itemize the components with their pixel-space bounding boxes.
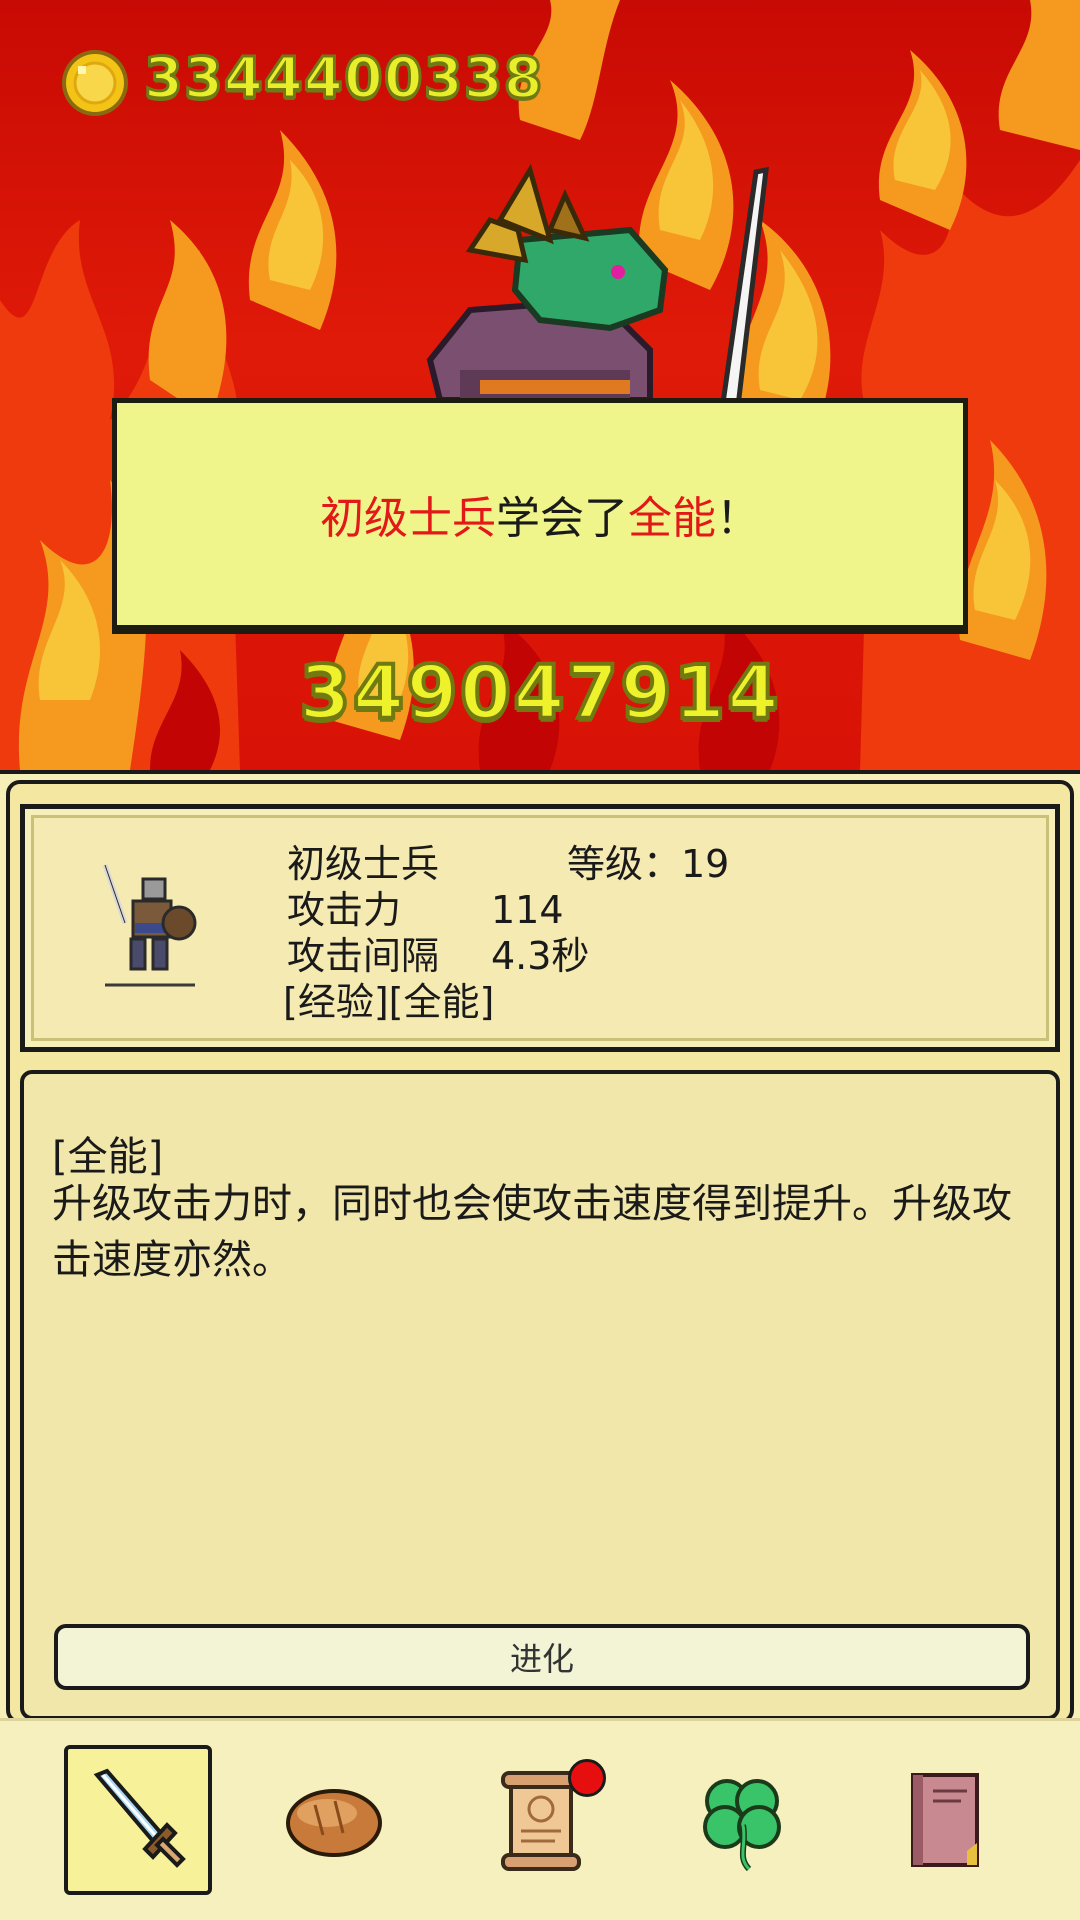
sword-icon <box>93 1768 186 1868</box>
unit-name: 初级士兵 <box>287 842 440 886</box>
notification-badge <box>568 1759 606 1797</box>
skill-learned-popup[interactable]: 初级士兵学会了全能！ <box>112 398 968 630</box>
nav-book-tab[interactable] <box>870 1745 1018 1895</box>
interval-label: 攻击间隔 <box>287 934 440 978</box>
unit-card[interactable]: 初级士兵 等级：19 攻击力 114 攻击间隔 4.3秒 [经验][全能] <box>20 804 1060 1052</box>
unit-level: 等级：19 <box>567 842 730 886</box>
nav-bread-tab[interactable] <box>260 1745 408 1895</box>
nav-scroll-tab[interactable] <box>466 1745 614 1895</box>
skill-description: 升级攻击力时，同时也会使攻击速度得到提升。升级攻击速度亦然。 <box>52 1181 1012 1283</box>
bottom-nav <box>0 1718 1080 1920</box>
unit-name-row: 初级士兵 等级：19 <box>287 841 729 887</box>
popup-message: 初级士兵学会了全能！ <box>320 482 760 546</box>
popup-skill-name: 全能 <box>628 493 716 544</box>
unit-traits: [经验][全能] <box>283 980 495 1024</box>
evolve-button[interactable]: 进化 <box>54 1624 1030 1690</box>
skill-description-box: [全能] 升级攻击力时，同时也会使攻击速度得到提升。升级攻击速度亦然。 进化 <box>20 1070 1060 1720</box>
attack-label: 攻击力 <box>287 888 402 932</box>
gold-coin-icon <box>62 50 128 116</box>
nav-sword-tab[interactable] <box>64 1745 212 1895</box>
book-icon <box>911 1773 979 1867</box>
interval-value: 4.3秒 <box>491 934 590 978</box>
clover-icon <box>703 1779 781 1872</box>
gold-amount: 3344400338 <box>143 45 545 113</box>
attack-value: 114 <box>491 888 564 932</box>
popup-suffix: ！ <box>716 493 760 544</box>
battle-scene[interactable]: 3344400338 初级士兵学会了全能！ 349047914 <box>0 0 1080 770</box>
popup-verb: 学会了 <box>496 493 628 544</box>
interval-row: 攻击间隔 4.3秒 <box>287 933 729 979</box>
traits-row: [经验][全能] <box>283 979 729 1025</box>
boss-hp: 349047914 <box>297 648 781 738</box>
attack-row: 攻击力 114 <box>287 887 729 933</box>
skill-title: [全能] <box>52 1134 164 1180</box>
unit-stats: 初级士兵 等级：19 攻击力 114 攻击间隔 4.3秒 [经验][全能] <box>283 841 729 1025</box>
bread-icon <box>286 1789 382 1857</box>
soldier-icon <box>102 864 197 987</box>
popup-unit-name: 初级士兵 <box>320 493 496 544</box>
nav-clover-tab[interactable] <box>668 1745 816 1895</box>
